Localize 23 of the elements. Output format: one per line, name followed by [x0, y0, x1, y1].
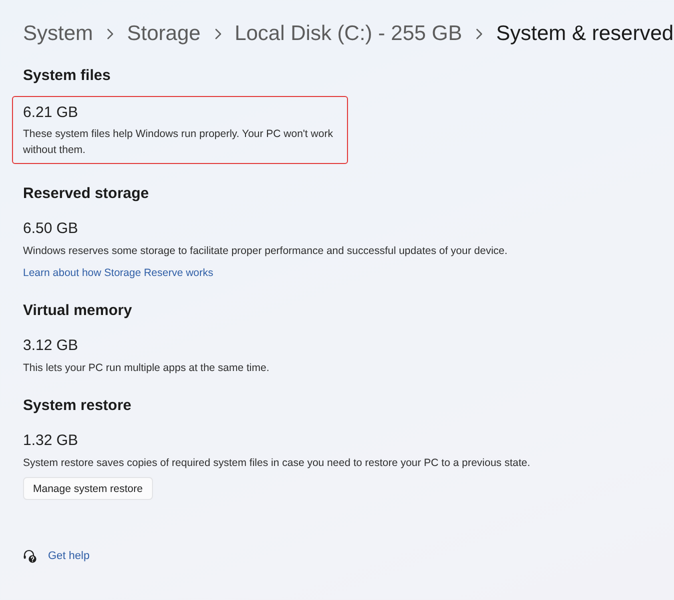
description-text: These system files help Windows run properly. Your PC won't work without them.	[23, 127, 334, 158]
breadcrumb-link[interactable]: Local Disk (C:) - 255 GB	[234, 20, 462, 48]
size-value: 6.21 GB	[23, 103, 80, 123]
breadcrumb-link[interactable]: Storage	[127, 20, 201, 48]
size-value: 3.12 GB	[23, 336, 80, 356]
page-title: System & reserved	[496, 21, 674, 47]
section-heading: System files	[23, 66, 112, 86]
section-heading: Virtual memory	[23, 301, 133, 321]
size-value: 1.32 GB	[23, 431, 80, 451]
learn-more-link[interactable]: Learn about how Storage Reserve works	[23, 267, 214, 279]
chevron-icon	[106, 28, 114, 40]
manage-button[interactable]: Manage system restore	[23, 477, 153, 500]
help-icon	[23, 549, 37, 563]
section-heading: System restore	[23, 396, 132, 416]
description-text: Windows reserves some storage to facilitate proper performance and successful updates of your device.	[23, 244, 508, 259]
chevron-icon	[214, 28, 222, 40]
size-value: 6.50 GB	[23, 219, 80, 239]
get-help-link[interactable]: Get help	[48, 548, 90, 564]
breadcrumb-link[interactable]: System	[23, 20, 94, 48]
section-heading: Reserved storage	[23, 184, 150, 204]
description-text: This lets your PC run multiple apps at the same time.	[23, 361, 270, 376]
description-text: System restore saves copies of required system files in case you need to restore your PC to a previous state.	[23, 456, 532, 471]
chevron-icon	[475, 28, 484, 40]
